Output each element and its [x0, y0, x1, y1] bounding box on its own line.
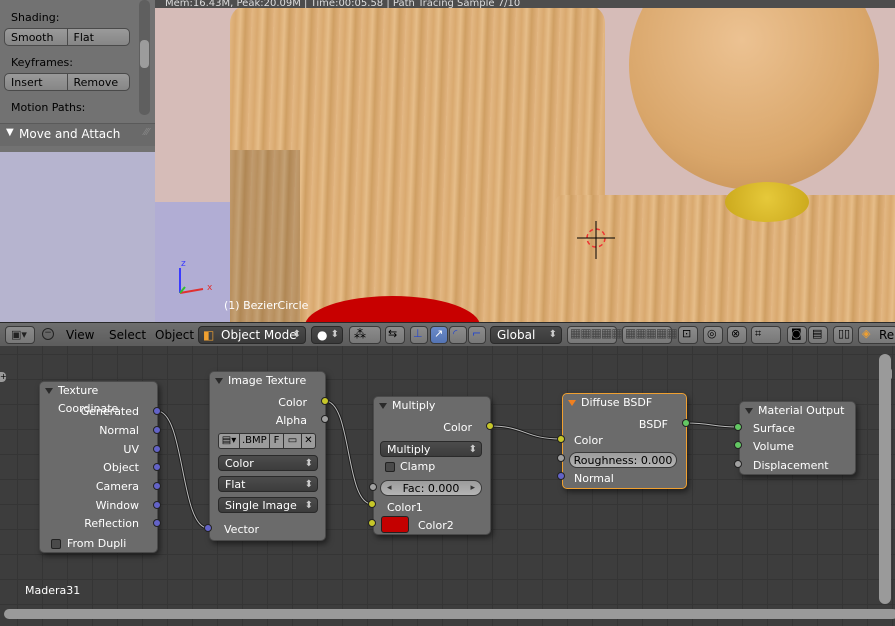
diffuse-bsdf-node[interactable]: Diffuse BSDF BSDF Color Roughness: 0.000… [562, 393, 687, 489]
bsdf-output-label: BSDF [638, 418, 668, 431]
reflection-output-socket[interactable] [153, 519, 161, 527]
displacement-input-socket[interactable] [734, 460, 742, 468]
node-editor-horizontal-scrollbar[interactable] [4, 609, 895, 619]
texture-coordinate-node[interactable]: Texture Coordinate Generated Normal UV O… [39, 381, 158, 553]
color1-input-socket[interactable] [368, 500, 376, 508]
output-label: UV [123, 443, 139, 456]
output-label: Normal [99, 424, 139, 437]
generated-output-socket[interactable] [153, 407, 161, 415]
vector-input-label: Vector [224, 523, 260, 536]
color-space-dropdown[interactable]: Color [218, 455, 318, 471]
roughness-input-socket[interactable] [557, 454, 565, 462]
color-output-label: Color [278, 396, 307, 409]
node-title[interactable]: Multiply [374, 397, 490, 415]
output-label: Window [95, 499, 139, 512]
clamp-label: Clamp [400, 460, 436, 473]
node-title[interactable]: Texture Coordinate [40, 382, 157, 415]
normal-input-socket[interactable] [557, 472, 565, 480]
projection-dropdown[interactable]: Flat [218, 476, 318, 492]
fac-value: Fac: 0.000 [402, 482, 460, 495]
volume-input-socket[interactable] [734, 441, 742, 449]
increment-arrow-icon[interactable]: ▸ [470, 481, 475, 496]
uv-output-socket[interactable] [153, 445, 161, 453]
image-color-output-socket[interactable] [321, 397, 329, 405]
multiply-color-output-socket[interactable] [486, 422, 494, 430]
surface-input-socket[interactable] [734, 423, 742, 431]
material-name-label: Madera31 [25, 584, 81, 597]
volume-input-label: Volume [753, 440, 794, 453]
from-dupli-label: From Dupli [67, 537, 127, 550]
color-input-label: Color [574, 434, 603, 447]
normal-input-label: Normal [574, 472, 614, 485]
node-title[interactable]: Material Output [740, 402, 855, 420]
alpha-output-label: Alpha [275, 414, 307, 427]
unlink-image-icon[interactable]: ✕ [302, 433, 316, 449]
multiply-mix-node[interactable]: Multiply Color Multiply Clamp ◂ Fac: 0.0… [373, 396, 491, 535]
fac-input-socket[interactable] [369, 483, 377, 491]
fac-slider[interactable]: ◂ Fac: 0.000 ▸ [380, 480, 482, 496]
output-label: Object [103, 461, 139, 474]
color2-input-socket[interactable] [368, 519, 376, 527]
camera-output-socket[interactable] [153, 482, 161, 490]
from-dupli-checkbox[interactable] [51, 539, 61, 549]
node-title[interactable]: Diffuse BSDF [563, 394, 686, 412]
clamp-checkbox[interactable] [385, 462, 395, 472]
image-source-dropdown[interactable]: Single Image [218, 497, 318, 513]
image-alpha-output-socket[interactable] [321, 415, 329, 423]
node-editor-vertical-scrollbar[interactable] [879, 354, 891, 604]
material-output-node[interactable]: Material Output Surface Volume Displacem… [739, 401, 856, 475]
output-label: Reflection [84, 517, 139, 530]
image-texture-node[interactable]: Image Texture Color Alpha ▤▾ .BMP F ▭ ✕ … [209, 371, 326, 541]
fake-user-button[interactable]: F [270, 433, 284, 449]
displacement-input-label: Displacement [753, 459, 829, 472]
image-selector[interactable]: ▤▾ .BMP F ▭ ✕ [218, 433, 318, 449]
blend-mode-dropdown[interactable]: Multiply [380, 441, 482, 457]
image-vector-input-socket[interactable] [204, 524, 212, 532]
object-output-socket[interactable] [153, 463, 161, 471]
color2-input-label: Color2 [418, 519, 454, 532]
image-name-field[interactable]: .BMP [240, 433, 270, 449]
surface-input-label: Surface [753, 422, 795, 435]
color1-input-label: Color1 [387, 501, 423, 514]
node-title[interactable]: Image Texture [210, 372, 325, 390]
normal-output-socket[interactable] [153, 426, 161, 434]
output-label: Generated [80, 405, 139, 418]
window-output-socket[interactable] [153, 501, 161, 509]
diffuse-color-input-socket[interactable] [557, 435, 565, 443]
decrement-arrow-icon[interactable]: ◂ [387, 481, 392, 496]
color2-swatch[interactable] [381, 516, 409, 533]
color-output-label: Color [443, 421, 472, 434]
output-label: Camera [95, 480, 139, 493]
image-browse-icon[interactable]: ▤▾ [218, 433, 240, 449]
open-folder-icon[interactable]: ▭ [284, 433, 302, 449]
roughness-slider[interactable]: Roughness: 0.000 [569, 452, 677, 468]
bsdf-output-socket[interactable] [682, 419, 690, 427]
